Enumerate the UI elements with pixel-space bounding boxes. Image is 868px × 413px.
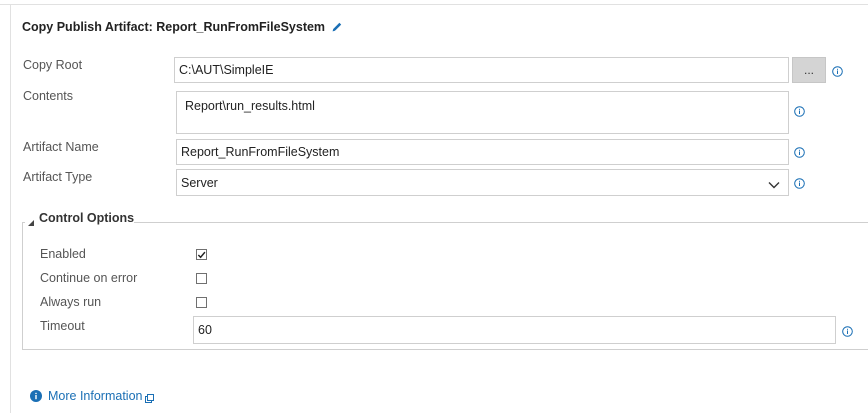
continue-on-error-label: Continue on error [40,271,138,285]
top-divider [0,4,868,5]
artifact-type-info-icon[interactable] [794,178,805,192]
chevron-down-icon [768,178,780,189]
control-options-header[interactable]: Control Options [28,211,135,226]
artifact-name-label: Artifact Name [23,140,99,154]
section-border-left [22,222,23,350]
contents-textarea[interactable]: Report\run_results.html [176,91,789,134]
artifact-type-label: Artifact Type [23,170,93,184]
more-information-text: More Information [48,389,143,403]
contents-info-icon[interactable] [794,106,805,120]
collapse-triangle-icon [28,215,34,226]
section-border-top-right [134,222,868,223]
artifact-name-info-icon[interactable] [794,147,805,161]
task-title: Copy Publish Artifact: Report_RunFromFil… [22,20,343,34]
always-run-label: Always run [40,295,102,309]
always-run-checkbox[interactable] [196,297,207,308]
task-title-text: Copy Publish Artifact: Report_RunFromFil… [22,20,326,34]
left-divider [10,5,11,413]
copy-root-info-icon[interactable] [832,66,843,80]
info-filled-icon [30,390,42,402]
checkmark-icon [197,251,206,258]
copy-root-label: Copy Root [23,58,83,72]
control-options-title: Control Options [39,211,135,225]
section-border-bottom [22,349,868,350]
continue-on-error-checkbox[interactable] [196,273,207,284]
artifact-name-input[interactable]: Report_RunFromFileSystem [176,139,789,165]
artifact-type-value: Server [181,175,218,190]
more-information-link[interactable]: More Information [30,389,155,403]
contents-label: Contents [23,89,74,103]
enabled-checkbox[interactable] [196,249,207,260]
timeout-input[interactable]: 60 [193,316,836,344]
browse-button[interactable]: ... [792,57,826,83]
copy-root-input[interactable]: C:\AUT\SimpleIE [174,57,789,83]
timeout-info-icon[interactable] [842,326,853,340]
timeout-label: Timeout [40,319,85,333]
enabled-label: Enabled [40,247,86,261]
external-link-icon [145,392,155,403]
artifact-type-select[interactable]: Server [176,169,789,196]
pencil-icon[interactable] [331,21,343,33]
